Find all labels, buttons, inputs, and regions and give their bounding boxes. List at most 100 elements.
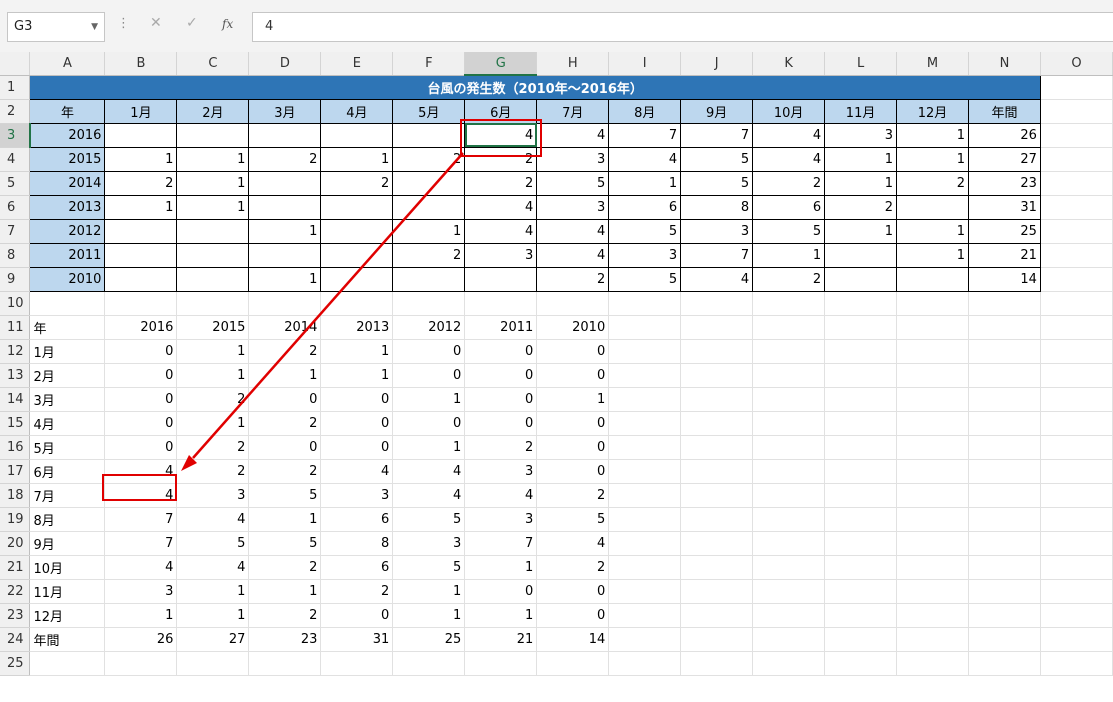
data-cell[interactable]: 2 <box>104 170 178 196</box>
transposed-data-cell[interactable]: 3 <box>464 459 538 484</box>
data-cell[interactable] <box>248 122 322 148</box>
transposed-data-cell[interactable]: 2 <box>248 555 322 580</box>
data-cell[interactable]: 5 <box>680 146 754 172</box>
cell[interactable] <box>1040 579 1113 604</box>
cell[interactable] <box>608 507 682 532</box>
cell[interactable] <box>968 507 1041 532</box>
cell[interactable] <box>608 651 682 676</box>
cell[interactable] <box>1040 339 1113 364</box>
name-box[interactable]: G3 ▼ <box>7 12 105 42</box>
cell[interactable] <box>680 411 754 436</box>
transposed-data-cell[interactable]: 1 <box>536 387 610 412</box>
data-cell[interactable] <box>104 242 178 268</box>
data-cell[interactable]: 3 <box>608 242 682 268</box>
source-header-cell[interactable]: 6月 <box>464 98 538 124</box>
transposed-data-cell[interactable]: 14 <box>536 627 610 652</box>
month-label-cell[interactable]: 12月 <box>29 603 106 628</box>
data-cell[interactable] <box>392 266 466 292</box>
transposed-data-cell[interactable]: 0 <box>536 579 610 604</box>
data-cell[interactable]: 2 <box>464 170 538 196</box>
select-all-corner[interactable] <box>0 52 31 76</box>
data-cell[interactable]: 4 <box>536 122 610 148</box>
cell[interactable] <box>896 387 969 412</box>
cell[interactable] <box>752 483 826 508</box>
data-cell[interactable] <box>176 122 250 148</box>
transposed-data-cell[interactable]: 0 <box>536 603 610 628</box>
cell[interactable] <box>1040 651 1113 676</box>
cell[interactable] <box>752 387 826 412</box>
data-cell[interactable] <box>248 194 322 220</box>
transposed-data-cell[interactable]: 5 <box>392 555 466 580</box>
cell[interactable] <box>752 531 826 556</box>
row-header-20[interactable]: 20 <box>0 531 31 556</box>
cell[interactable] <box>392 291 466 316</box>
transposed-data-cell[interactable]: 1 <box>176 339 250 364</box>
cell[interactable] <box>824 603 898 628</box>
cell[interactable] <box>104 291 178 316</box>
transposed-header-cell[interactable]: 2015 <box>176 315 250 340</box>
cell[interactable] <box>824 387 898 412</box>
cell[interactable] <box>608 339 682 364</box>
cell[interactable] <box>968 531 1041 556</box>
row-header-9[interactable]: 9 <box>0 267 31 292</box>
data-cell[interactable] <box>896 266 969 292</box>
enter-icon[interactable]: ✓ <box>186 15 198 31</box>
data-cell[interactable]: 7 <box>608 122 682 148</box>
transposed-data-cell[interactable]: 6 <box>320 507 394 532</box>
cell[interactable] <box>680 459 754 484</box>
year-cell[interactable]: 2016 <box>29 122 106 148</box>
data-cell[interactable]: 26 <box>968 122 1041 148</box>
transposed-data-cell[interactable]: 0 <box>536 459 610 484</box>
cell[interactable] <box>752 579 826 604</box>
data-cell[interactable]: 21 <box>968 242 1041 268</box>
cell[interactable] <box>968 339 1041 364</box>
cell[interactable] <box>896 579 969 604</box>
source-header-cell[interactable]: 7月 <box>536 98 610 124</box>
row-header-15[interactable]: 15 <box>0 411 31 436</box>
transposed-data-cell[interactable]: 5 <box>392 507 466 532</box>
data-cell[interactable]: 2 <box>392 242 466 268</box>
source-header-cell[interactable]: 年間 <box>968 98 1041 124</box>
cell[interactable] <box>824 435 898 460</box>
cell[interactable] <box>608 483 682 508</box>
transposed-data-cell[interactable]: 0 <box>464 579 538 604</box>
data-cell[interactable]: 1 <box>248 218 322 244</box>
cell[interactable] <box>680 555 754 580</box>
source-header-cell[interactable]: 12月 <box>896 98 969 124</box>
row-header-16[interactable]: 16 <box>0 435 31 460</box>
transposed-data-cell[interactable]: 1 <box>392 603 466 628</box>
transposed-data-cell[interactable]: 3 <box>464 507 538 532</box>
selected-cell-g3[interactable]: 4 <box>464 122 538 148</box>
cell[interactable] <box>824 363 898 388</box>
transposed-data-cell[interactable]: 1 <box>176 603 250 628</box>
table-title[interactable]: 台風の発生数（2010年～2016年） <box>29 74 1041 100</box>
data-cell[interactable] <box>320 266 394 292</box>
cell[interactable] <box>752 507 826 532</box>
data-cell[interactable]: 1 <box>896 146 969 172</box>
cell[interactable] <box>752 627 826 652</box>
data-cell[interactable]: 1 <box>824 218 898 244</box>
data-cell[interactable]: 4 <box>752 122 826 148</box>
column-header-n[interactable]: N <box>968 52 1041 76</box>
formula-input[interactable]: 4 <box>252 12 1113 42</box>
data-cell[interactable]: 3 <box>824 122 898 148</box>
transposed-data-cell[interactable]: 1 <box>464 603 538 628</box>
transposed-data-cell[interactable]: 0 <box>536 339 610 364</box>
transposed-data-cell[interactable]: 0 <box>464 411 538 436</box>
cell[interactable] <box>1040 603 1113 628</box>
data-cell[interactable]: 4 <box>536 218 610 244</box>
data-cell[interactable] <box>104 122 178 148</box>
transposed-data-cell[interactable]: 1 <box>248 363 322 388</box>
data-cell[interactable]: 3 <box>680 218 754 244</box>
cell[interactable] <box>1040 291 1113 316</box>
cell[interactable] <box>29 291 106 316</box>
transposed-data-cell[interactable]: 27 <box>176 627 250 652</box>
data-cell[interactable] <box>464 266 538 292</box>
data-cell[interactable]: 14 <box>968 266 1041 292</box>
month-label-cell[interactable]: 年間 <box>29 627 106 652</box>
cell[interactable] <box>608 315 682 340</box>
data-cell[interactable]: 1 <box>896 242 969 268</box>
data-cell[interactable]: 2 <box>752 170 826 196</box>
cell[interactable] <box>1040 315 1113 340</box>
insert-function-icon[interactable]: fx <box>222 17 233 31</box>
